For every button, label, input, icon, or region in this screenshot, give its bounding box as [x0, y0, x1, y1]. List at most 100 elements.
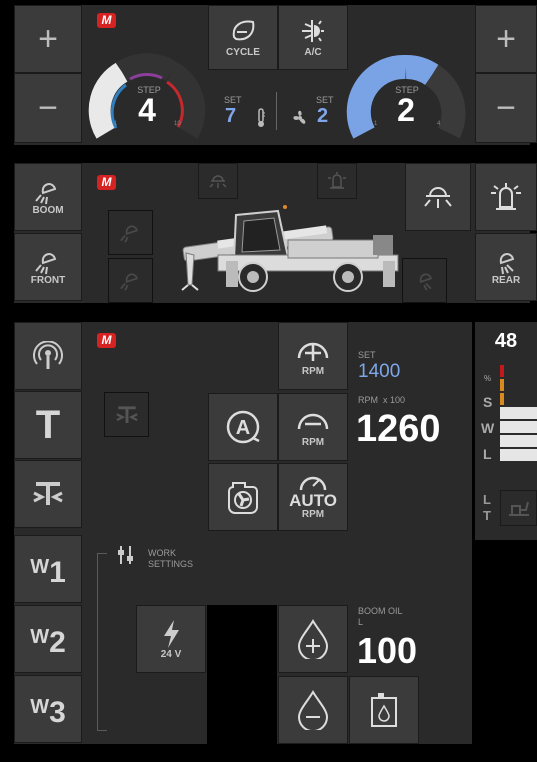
load-value: 48: [494, 330, 518, 352]
load-letter-percent: %: [484, 374, 492, 383]
cycle-button[interactable]: CYCLE: [208, 5, 278, 70]
boom-oil-unit: L: [358, 617, 364, 627]
work-light-icon: [35, 182, 57, 204]
rear-light-label: REAR: [491, 274, 521, 286]
axle-lock-indicator: [104, 392, 149, 437]
auto-rpm-icon: [299, 476, 327, 491]
brand-logo: M: [97, 333, 116, 348]
load-bar-segment: [500, 407, 537, 419]
fan-minus-button[interactable]: −: [475, 73, 537, 143]
auto-rpm-button[interactable]: AUTO RPM: [278, 463, 348, 531]
auto-label: AUTO: [289, 491, 337, 510]
rear-light-button[interactable]: REAR: [475, 233, 537, 301]
oil-tank-button[interactable]: [349, 676, 419, 744]
load-bar-segment: [500, 379, 504, 391]
fan-reverse-icon: [228, 482, 258, 514]
ac-button[interactable]: A/C: [278, 5, 348, 70]
load-letter-w: W: [481, 420, 495, 436]
volt-label: 24 V: [160, 648, 182, 660]
plus-glyph: +: [496, 20, 516, 58]
roof-light-button[interactable]: [405, 163, 471, 231]
boom-oil-plus-button[interactable]: [278, 605, 348, 673]
roof-light-icon: [424, 187, 452, 208]
antenna-icon: [33, 341, 63, 369]
heat-gauge-tick-min: 1: [114, 121, 118, 127]
beacon-button[interactable]: [475, 163, 537, 231]
lightning-icon: [164, 619, 179, 648]
telehandler-illustration: [178, 195, 403, 295]
beacon-indicator: [317, 163, 357, 199]
rpm-value: 1260: [356, 408, 441, 450]
boom-light-indicator: [108, 210, 153, 255]
rpm-plus-label: RPM: [301, 365, 325, 377]
load-bar-segment: [500, 421, 537, 433]
oil-drop-minus-icon: [297, 690, 329, 730]
beacon-icon: [491, 183, 521, 210]
w2-button[interactable]: W 2: [14, 605, 82, 673]
work-light-icon: [35, 252, 57, 274]
w3-letter: W: [30, 696, 50, 718]
w1-letter: W: [30, 556, 50, 578]
divider: [276, 92, 277, 130]
boom-oil-value: 100: [357, 630, 418, 671]
load-bar-segment: [500, 435, 537, 447]
axle-lock-icon: [33, 482, 63, 505]
fan-icon: [290, 109, 310, 127]
roof-light-indicator: [198, 163, 238, 199]
load-chart-indicator: [500, 490, 537, 526]
lt-l: L: [483, 492, 491, 507]
plus-glyph: +: [38, 20, 58, 58]
rear-light-indicator: [402, 258, 447, 303]
axle-lock-icon: [115, 405, 138, 423]
minus-glyph: −: [38, 89, 58, 127]
front-light-button[interactable]: FRONT: [14, 233, 82, 301]
rpm-plus-button[interactable]: RPM: [278, 322, 348, 390]
boom-light-button[interactable]: BOOM: [14, 163, 82, 231]
work-light-icon: [419, 272, 432, 291]
antenna-button[interactable]: [14, 322, 82, 390]
fan-set-value: 2: [317, 105, 329, 127]
boom-light-label: BOOM: [32, 204, 64, 216]
heat-step-value: 4: [138, 92, 156, 128]
heat-gauge-tick-max: 10: [174, 121, 181, 127]
fan-step-value: 2: [397, 92, 415, 128]
brand-logo: M: [97, 175, 116, 190]
work-settings-bracket: [97, 553, 107, 731]
w3-number: 3: [49, 696, 66, 729]
load-bar: [500, 365, 537, 473]
work-light-icon: [119, 272, 138, 291]
ac-label: A/C: [304, 47, 322, 58]
cycle-label: CYCLE: [226, 47, 260, 58]
auto-idle-button[interactable]: A: [208, 393, 278, 461]
work-settings-line1: WORK: [148, 548, 176, 558]
w1-button[interactable]: W 1: [14, 535, 82, 603]
w2-number: 2: [49, 626, 66, 659]
fan-gauge-tick-max: 4: [437, 121, 441, 127]
w3-button[interactable]: W 3: [14, 675, 82, 743]
fan-plus-button[interactable]: +: [475, 5, 537, 73]
rpm-minus-button[interactable]: RPM: [278, 393, 348, 461]
temp-plus-button[interactable]: +: [14, 5, 82, 73]
load-bar-segment: [500, 365, 504, 377]
heat-set-value: 7: [225, 105, 237, 127]
axle-lock-button[interactable]: [14, 460, 82, 528]
rpm-plus-icon: [297, 342, 329, 361]
rpm-set-value: 1400: [358, 361, 401, 382]
oil-drop-plus-icon: [297, 619, 329, 659]
t-mode-button[interactable]: T: [14, 391, 82, 459]
fan-reverse-button[interactable]: [208, 463, 278, 531]
ac-icon: [302, 20, 324, 42]
black-block: [207, 605, 277, 744]
cycle-icon: [232, 20, 255, 41]
w2-letter: W: [30, 626, 50, 648]
rpm-minus-label: RPM: [301, 436, 325, 448]
temp-minus-button[interactable]: −: [14, 73, 82, 143]
fan-gauge-tick-min: 1: [374, 121, 378, 127]
t-mode-label: T: [35, 402, 61, 447]
rpm-minus-icon: [297, 413, 329, 429]
load-letter-s: S: [483, 394, 493, 410]
boom-oil-minus-button[interactable]: [278, 676, 348, 744]
work-light-icon: [499, 252, 515, 274]
fan-set-label: SET: [316, 95, 334, 105]
boom-oil-label: BOOM OIL: [358, 606, 403, 616]
